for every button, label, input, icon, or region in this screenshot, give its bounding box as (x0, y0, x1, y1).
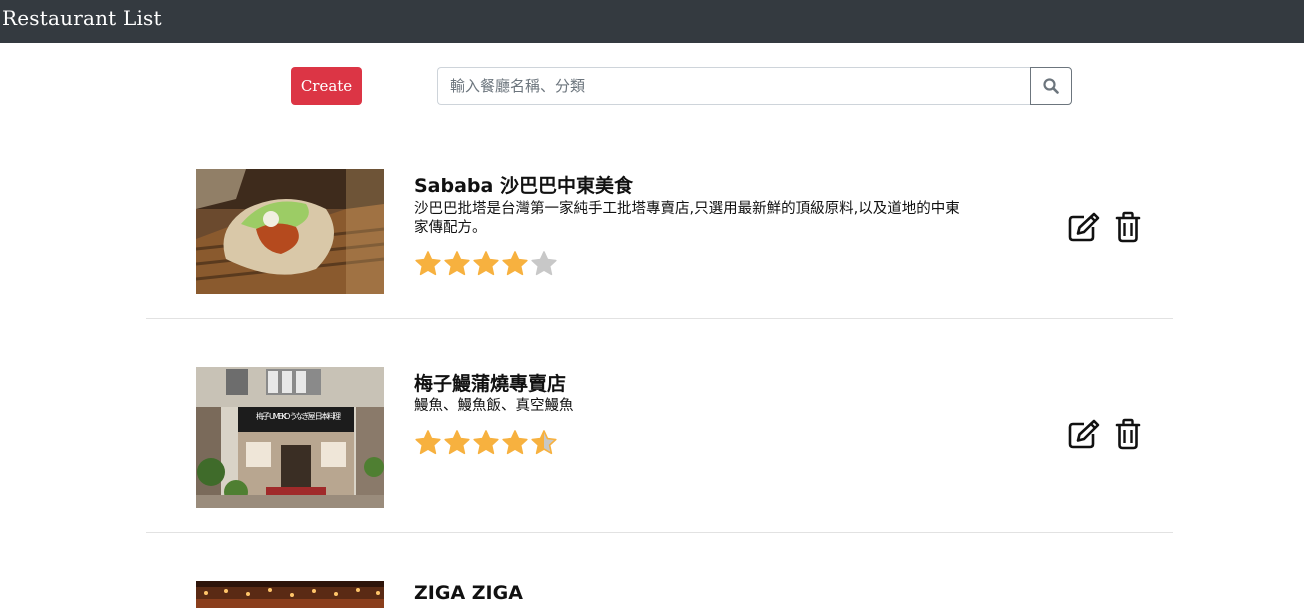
star-icon (415, 430, 441, 455)
star-icon (531, 430, 557, 455)
star-icon (444, 251, 470, 276)
edit-icon[interactable] (1067, 418, 1101, 450)
edit-icon[interactable] (1067, 211, 1101, 243)
photo-sign-text: 梅子 UMEKO うなぎ屋 日本料理 (256, 411, 341, 421)
rating-stars (414, 250, 558, 278)
search-input[interactable] (437, 67, 1031, 105)
search-icon (1043, 78, 1059, 94)
divider (146, 318, 1173, 319)
star-icon (502, 251, 528, 276)
trash-icon[interactable] (1115, 211, 1141, 243)
trash-icon[interactable] (1115, 418, 1141, 450)
star-icon (502, 430, 528, 455)
rating-stars (414, 429, 558, 457)
brand-title[interactable]: Restaurant List (2, 6, 162, 30)
restaurant-name[interactable]: 梅子鰻蒲燒專賣店 (414, 369, 566, 396)
restaurant-photo[interactable] (196, 581, 384, 608)
restaurant-actions (1067, 418, 1141, 450)
star-icon (415, 251, 441, 276)
restaurant-actions (1067, 211, 1141, 243)
restaurant-description: 鰻魚、鰻魚飯、真空鰻魚 (414, 398, 574, 414)
restaurant-name[interactable]: Sababa 沙巴巴中東美食 (414, 171, 633, 198)
top-navbar: Restaurant List (0, 0, 1304, 43)
search-button[interactable] (1030, 67, 1072, 105)
star-icon (473, 430, 499, 455)
restaurant-description: 沙巴巴批塔是台灣第一家純手工批塔專賣店,只選用最新鮮的頂級原料,以及道地的中東家… (414, 201, 960, 236)
restaurant-name[interactable]: ZIGA ZIGA (414, 582, 523, 604)
divider (146, 532, 1173, 533)
restaurant-photo[interactable]: 梅子 UMEKO うなぎ屋 日本料理 (196, 367, 384, 508)
restaurant-photo[interactable] (196, 169, 384, 294)
star-icon (531, 251, 557, 276)
star-icon (444, 430, 470, 455)
star-icon (473, 251, 499, 276)
create-button[interactable]: Create (291, 67, 362, 105)
